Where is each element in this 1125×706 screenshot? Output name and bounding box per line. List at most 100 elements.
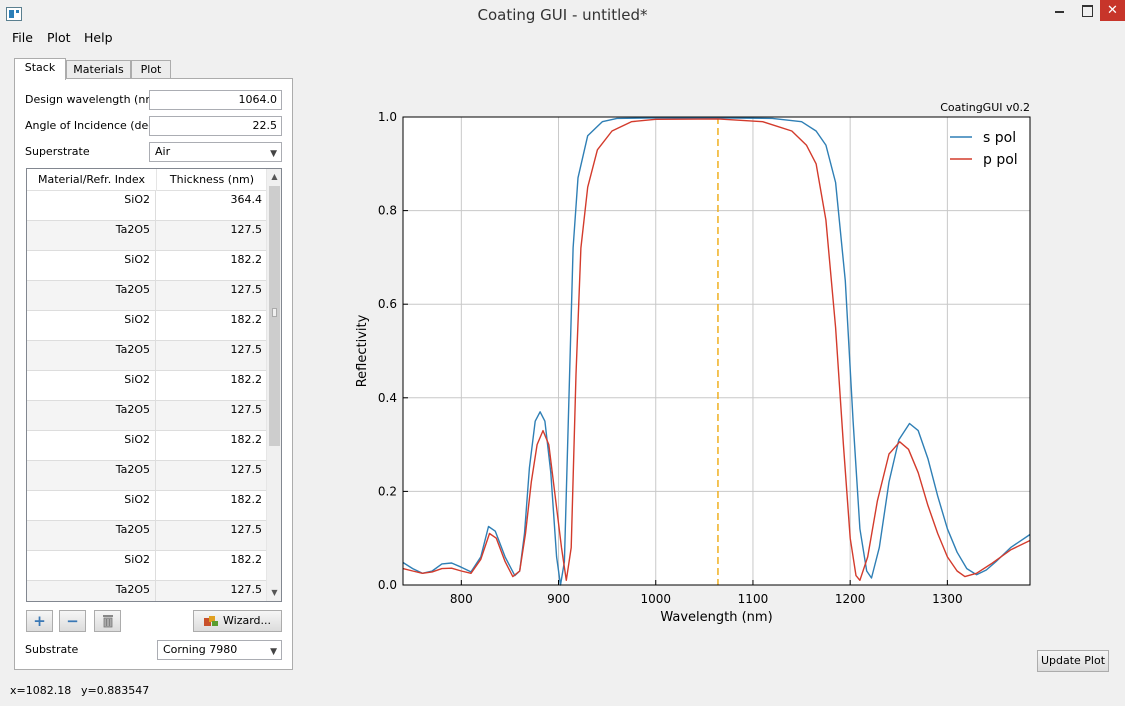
substrate-value: Corning 7980 bbox=[163, 643, 238, 656]
legend-label: s pol bbox=[983, 130, 1016, 146]
cell-thickness[interactable]: 182.2 bbox=[156, 431, 267, 461]
cell-thickness[interactable]: 182.2 bbox=[156, 311, 267, 341]
chevron-down-icon: ▼ bbox=[270, 647, 277, 657]
delete-layer-button[interactable] bbox=[94, 610, 121, 632]
angle-label: Angle of Incidence (deg) bbox=[25, 119, 160, 132]
cell-material[interactable]: SiO2 bbox=[27, 371, 156, 401]
title-bar: Coating GUI - untitled* ✕ bbox=[0, 0, 1125, 30]
substrate-label: Substrate bbox=[25, 643, 79, 656]
cell-thickness[interactable]: 182.2 bbox=[156, 371, 267, 401]
scroll-up-icon[interactable]: ▲ bbox=[267, 169, 281, 185]
cell-thickness[interactable]: 127.5 bbox=[156, 401, 267, 431]
tab-stack[interactable]: Stack bbox=[14, 58, 66, 80]
cell-material[interactable]: Ta2O5 bbox=[27, 281, 156, 311]
cell-material[interactable]: Ta2O5 bbox=[27, 221, 156, 251]
cell-material[interactable]: Ta2O5 bbox=[27, 401, 156, 431]
x-tick-label: 1300 bbox=[932, 592, 963, 606]
table-body: SiO2 364.4 Ta2O5 127.5 SiO2 182.2 Ta2O5 127.5 Si… bbox=[27, 191, 267, 601]
cell-material[interactable]: Ta2O5 bbox=[27, 521, 156, 551]
scroll-grip-icon bbox=[272, 308, 277, 317]
chevron-down-icon: ▼ bbox=[270, 149, 277, 159]
table-row[interactable]: Ta2O5 127.5 bbox=[27, 221, 267, 251]
cell-thickness[interactable]: 182.2 bbox=[156, 551, 267, 581]
table-row[interactable]: Ta2O5 127.5 bbox=[27, 401, 267, 431]
table-row[interactable]: SiO2 182.2 bbox=[27, 491, 267, 521]
table-row[interactable]: SiO2 182.2 bbox=[27, 431, 267, 461]
cell-thickness[interactable]: 364.4 bbox=[156, 191, 267, 221]
scroll-down-icon[interactable]: ▼ bbox=[267, 585, 281, 601]
x-tick-label: 900 bbox=[547, 592, 570, 606]
header-material[interactable]: Material/Refr. Index bbox=[27, 169, 156, 191]
plot-area[interactable] bbox=[403, 117, 1030, 585]
cell-thickness[interactable]: 127.5 bbox=[156, 341, 267, 371]
remove-layer-button[interactable]: − bbox=[59, 610, 86, 632]
cell-thickness[interactable]: 127.5 bbox=[156, 521, 267, 551]
superstrate-label: Superstrate bbox=[25, 145, 90, 158]
cell-thickness[interactable]: 182.2 bbox=[156, 251, 267, 281]
cell-material[interactable]: SiO2 bbox=[27, 191, 156, 221]
substrate-select[interactable]: Corning 7980 ▼ bbox=[157, 640, 282, 660]
cell-thickness[interactable]: 127.5 bbox=[156, 221, 267, 251]
wizard-label: Wizard... bbox=[223, 614, 272, 627]
cell-thickness[interactable]: 182.2 bbox=[156, 491, 267, 521]
menu-help[interactable]: Help bbox=[84, 30, 113, 45]
y-tick-label: 1.0 bbox=[378, 110, 397, 124]
cell-material[interactable]: SiO2 bbox=[27, 491, 156, 521]
layer-table[interactable]: Material/Refr. Index Thickness (nm) SiO2… bbox=[26, 168, 282, 602]
design-wavelength-label: Design wavelength (nm) bbox=[25, 93, 161, 106]
menu-bar: File Plot Help bbox=[0, 30, 1125, 48]
stack-panel: Design wavelength (nm) 1064.0 Angle of I… bbox=[14, 78, 293, 670]
update-plot-button[interactable]: Update Plot bbox=[1037, 650, 1109, 672]
menu-plot[interactable]: Plot bbox=[47, 30, 71, 45]
design-wavelength-field[interactable]: 1064.0 bbox=[149, 90, 282, 110]
table-row[interactable]: Ta2O5 127.5 bbox=[27, 341, 267, 371]
cell-thickness[interactable]: 127.5 bbox=[156, 461, 267, 491]
cell-material[interactable]: Ta2O5 bbox=[27, 341, 156, 371]
trash-icon bbox=[102, 615, 113, 628]
wizard-button[interactable]: Wizard... bbox=[193, 610, 282, 632]
cell-material[interactable]: SiO2 bbox=[27, 251, 156, 281]
cell-material[interactable]: Ta2O5 bbox=[27, 461, 156, 491]
y-tick-label: 0.2 bbox=[378, 484, 397, 498]
table-row[interactable]: Ta2O5 127.5 bbox=[27, 461, 267, 491]
superstrate-select[interactable]: Air ▼ bbox=[149, 142, 282, 162]
table-header: Material/Refr. Index Thickness (nm) bbox=[27, 169, 267, 191]
status-bar: x=1082.18 y=0.883547 bbox=[0, 680, 1125, 706]
cell-material[interactable]: SiO2 bbox=[27, 431, 156, 461]
legend-label: p pol bbox=[983, 152, 1018, 168]
table-row[interactable]: SiO2 182.2 bbox=[27, 551, 267, 581]
cell-thickness[interactable]: 127.5 bbox=[156, 281, 267, 311]
table-row[interactable]: SiO2 364.4 bbox=[27, 191, 267, 221]
cell-material[interactable]: Ta2O5 bbox=[27, 581, 156, 601]
x-tick-label: 1200 bbox=[835, 592, 866, 606]
superstrate-value: Air bbox=[155, 145, 171, 158]
cell-material[interactable]: SiO2 bbox=[27, 551, 156, 581]
table-row[interactable]: Ta2O5 127.5 bbox=[27, 521, 267, 551]
header-thickness[interactable]: Thickness (nm) bbox=[156, 169, 267, 191]
add-layer-button[interactable]: + bbox=[26, 610, 53, 632]
wizard-icon bbox=[204, 616, 218, 626]
table-row[interactable]: Ta2O5 127.5 bbox=[27, 581, 267, 601]
table-row[interactable]: SiO2 182.2 bbox=[27, 251, 267, 281]
table-row[interactable]: Ta2O5 127.5 bbox=[27, 281, 267, 311]
y-tick-label: 0.4 bbox=[378, 391, 397, 405]
y-tick-label: 0.6 bbox=[378, 297, 397, 311]
reflectivity-chart[interactable]: 800 900 1000 1100 1200 1300 0.0 0.2 0.4 0.6 0.8 1.0… bbox=[340, 95, 1040, 630]
status-x-coordinate: x=1082.18 bbox=[10, 684, 72, 697]
table-row[interactable]: SiO2 182.2 bbox=[27, 311, 267, 341]
menu-file[interactable]: File bbox=[12, 30, 33, 45]
tab-plot[interactable]: Plot bbox=[131, 60, 171, 79]
x-tick-label: 1000 bbox=[640, 592, 671, 606]
cell-material[interactable]: SiO2 bbox=[27, 311, 156, 341]
angle-field[interactable]: 22.5 bbox=[149, 116, 282, 136]
maximize-button[interactable] bbox=[1074, 0, 1100, 21]
close-button[interactable]: ✕ bbox=[1100, 0, 1125, 21]
scroll-thumb[interactable] bbox=[269, 186, 280, 446]
table-scrollbar[interactable]: ▲ ▼ bbox=[266, 169, 281, 601]
minimize-button[interactable] bbox=[1046, 0, 1074, 21]
chart-corner-label: CoatingGUI v0.2 bbox=[940, 101, 1030, 114]
window-title: Coating GUI - untitled* bbox=[477, 6, 648, 24]
cell-thickness[interactable]: 127.5 bbox=[156, 581, 267, 601]
tab-materials[interactable]: Materials bbox=[66, 60, 131, 79]
table-row[interactable]: SiO2 182.2 bbox=[27, 371, 267, 401]
